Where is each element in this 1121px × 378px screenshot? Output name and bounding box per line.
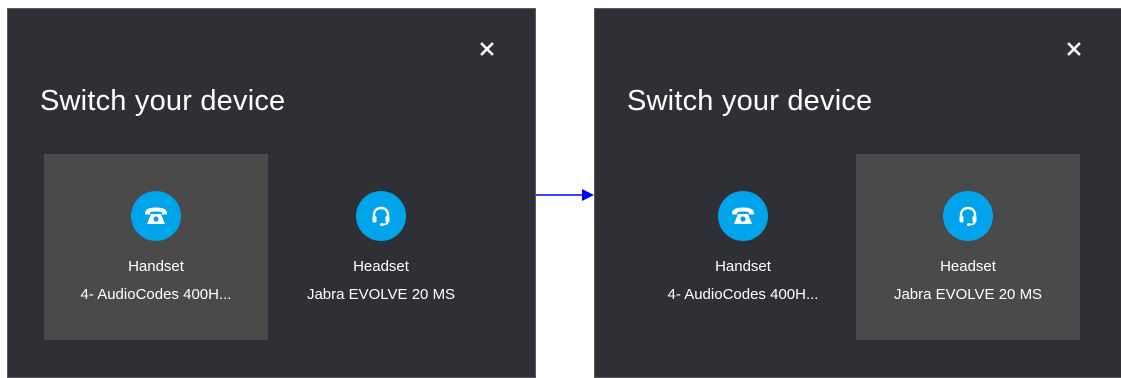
device-name-label: Jabra EVOLVE 20 MS	[306, 286, 456, 303]
headset-icon	[943, 191, 993, 241]
close-icon[interactable]	[479, 41, 495, 57]
dialog-title: Switch your device	[40, 85, 286, 117]
device-type-label: Headset	[940, 258, 996, 275]
dialog-title: Switch your device	[627, 85, 873, 117]
device-name-label: 4- AudioCodes 400H...	[667, 286, 819, 303]
device-option-headset[interactable]: Headset Jabra EVOLVE 20 MS	[269, 154, 493, 340]
switch-device-dialog-after: Switch your device Handset 4- AudioCodes…	[594, 8, 1121, 378]
device-option-headset[interactable]: Headset Jabra EVOLVE 20 MS	[856, 154, 1080, 340]
device-type-label: Handset	[128, 258, 184, 275]
device-type-label: Handset	[715, 258, 771, 275]
comparison-stage: Switch your device Handset 4- AudioCodes…	[0, 0, 1121, 378]
device-option-handset[interactable]: Handset 4- AudioCodes 400H...	[44, 154, 268, 340]
transition-arrow	[536, 189, 594, 201]
device-name-label: Jabra EVOLVE 20 MS	[893, 286, 1043, 303]
close-icon[interactable]	[1066, 41, 1082, 57]
device-type-label: Headset	[353, 258, 409, 275]
switch-device-dialog-before: Switch your device Handset 4- AudioCodes…	[7, 8, 536, 378]
phone-icon	[131, 191, 181, 241]
device-option-handset[interactable]: Handset 4- AudioCodes 400H...	[631, 154, 855, 340]
phone-icon	[718, 191, 768, 241]
device-name-label: 4- AudioCodes 400H...	[80, 286, 232, 303]
headset-icon	[356, 191, 406, 241]
